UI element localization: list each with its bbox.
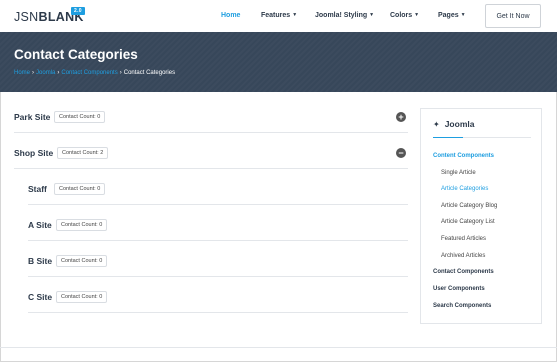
count-value: 0: [99, 222, 103, 228]
sidebar-item-featured-articles[interactable]: Featured Articles: [441, 236, 486, 242]
site-header: JSNBLANK 2.0 Home Features ▼ Joomla! Styl…: [0, 0, 557, 32]
chevron-down-icon: ▼: [369, 12, 375, 18]
nav-item-label: Colors: [390, 12, 413, 19]
page-banner: [0, 32, 557, 92]
breadcrumb-separator-icon: ›: [32, 70, 35, 76]
sidebar-title-label: Joomla: [444, 119, 475, 129]
breadcrumb-separator-icon: ›: [119, 70, 122, 76]
sidebar-item-article-category-blog[interactable]: Article Category Blog: [441, 203, 497, 209]
get-it-now-button[interactable]: Get It Now: [485, 4, 541, 28]
footer-divider: [0, 347, 557, 348]
category-row-shop-site: Shop Site Contact Count: 2 −: [14, 133, 408, 169]
sidebar-item-search-components[interactable]: Search Components: [433, 303, 491, 309]
contact-count-badge: Contact Count: 0: [56, 219, 108, 231]
count-label: Contact Count:: [59, 114, 96, 120]
sidebar-item-contact-components[interactable]: Contact Components: [433, 269, 494, 275]
category-row-c-site: C Site Contact Count: 0: [28, 277, 408, 313]
count-value: 2: [100, 150, 104, 156]
nav-item-label: Pages: [438, 12, 459, 19]
category-row-a-site: A Site Contact Count: 0: [28, 205, 408, 241]
count-label: Contact Count:: [59, 186, 96, 192]
contact-count-badge: Contact Count: 0: [54, 183, 106, 195]
contact-count-badge: Contact Count: 0: [54, 111, 106, 123]
sidebar-item-content-components[interactable]: Content Components: [433, 153, 494, 159]
sidebar-divider: [433, 137, 531, 138]
contact-count-badge: Contact Count: 0: [56, 255, 108, 267]
chevron-down-icon: ▼: [292, 12, 298, 18]
count-value: 0: [99, 258, 103, 264]
site-logo[interactable]: JSNBLANK 2.0: [14, 7, 85, 24]
count-label: Contact Count:: [61, 294, 98, 300]
nav-item-features[interactable]: Features ▼: [261, 12, 297, 19]
chevron-down-icon: ▼: [414, 12, 420, 18]
version-badge: 2.0: [71, 7, 85, 15]
contact-count-badge: Contact Count: 2: [57, 147, 109, 159]
breadcrumb-link-joomla[interactable]: Joomla: [36, 70, 55, 76]
count-label: Contact Count:: [61, 258, 98, 264]
sidebar-menu: ✦ Joomla Content Components Single Articl…: [420, 108, 542, 324]
category-name[interactable]: Shop Site: [14, 148, 53, 158]
sidebar-item-single-article[interactable]: Single Article: [441, 170, 476, 176]
sidebar-title: ✦ Joomla: [433, 119, 474, 129]
sidebar-divider-accent: [433, 137, 463, 138]
nav-item-home[interactable]: Home: [221, 12, 240, 19]
category-row-b-site: B Site Contact Count: 0: [28, 241, 408, 277]
breadcrumb-link-contact-components[interactable]: Contact Components: [61, 70, 117, 76]
category-name[interactable]: Staff: [28, 184, 47, 194]
expand-plus-icon[interactable]: +: [396, 112, 406, 122]
magic-wand-icon: ✦: [433, 120, 440, 129]
nav-item-label: Home: [221, 12, 241, 19]
page-title: Contact Categories: [14, 47, 138, 62]
sidebar-item-user-components[interactable]: User Components: [433, 286, 485, 292]
sidebar-item-archived-articles[interactable]: Archived Articles: [441, 253, 485, 259]
nav-item-colors[interactable]: Colors ▼: [390, 12, 419, 19]
nav-item-joomla-styling[interactable]: Joomla! Styling ▼: [315, 12, 374, 19]
nav-item-pages[interactable]: Pages ▼: [438, 12, 466, 19]
collapse-minus-icon[interactable]: −: [396, 148, 406, 158]
sidebar-item-article-categories[interactable]: Article Categories: [441, 186, 488, 192]
category-name[interactable]: A Site: [28, 220, 52, 230]
count-value: 0: [97, 186, 101, 192]
breadcrumb-current: Contact Categories: [123, 70, 176, 76]
breadcrumb-separator-icon: ›: [57, 70, 60, 76]
chevron-down-icon: ▼: [460, 12, 466, 18]
category-name[interactable]: Park Site: [14, 112, 50, 122]
nav-item-label: Features: [261, 12, 291, 19]
count-value: 0: [97, 114, 101, 120]
count-value: 0: [99, 294, 103, 300]
count-label: Contact Count:: [62, 150, 99, 156]
contact-count-badge: Contact Count: 0: [56, 291, 108, 303]
sidebar-item-article-category-list[interactable]: Article Category List: [441, 219, 495, 225]
nav-item-label: Joomla! Styling: [315, 12, 368, 19]
count-label: Contact Count:: [61, 222, 98, 228]
logo-text-main: JSN: [14, 10, 39, 24]
category-name[interactable]: C Site: [28, 292, 52, 302]
breadcrumb: Home › Joomla › Contact Components › Contact C…: [14, 70, 175, 76]
category-name[interactable]: B Site: [28, 256, 52, 266]
category-row-park-site: Park Site Contact Count: 0 +: [14, 98, 408, 133]
breadcrumb-link-home[interactable]: Home: [14, 70, 30, 76]
category-row-staff: Staff Contact Count: 0: [28, 169, 408, 205]
